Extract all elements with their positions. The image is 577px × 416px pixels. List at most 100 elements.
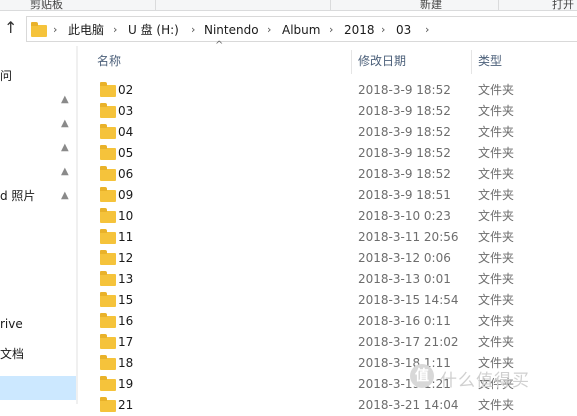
file-name: 21	[118, 398, 134, 412]
file-date: 2018-3-9 18:52	[358, 167, 451, 181]
folder-icon	[100, 334, 116, 349]
file-row[interactable]: 13 2018-3-13 0:01 文件夹	[90, 269, 577, 290]
folder-icon	[31, 22, 47, 37]
file-row[interactable]: 21 2018-3-21 14:04 文件夹	[90, 395, 577, 416]
file-date: 2018-3-12 0:06	[358, 251, 451, 265]
folder-icon	[100, 187, 116, 202]
file-row[interactable]: 17 2018-3-17 21:02 文件夹	[90, 332, 577, 353]
file-row[interactable]: 15 2018-3-15 14:54 文件夹	[90, 290, 577, 311]
breadcrumb-separator[interactable]: ›	[329, 21, 333, 39]
breadcrumb-separator[interactable]: ›	[381, 21, 385, 39]
pin-icon[interactable]: ▲	[61, 142, 71, 154]
breadcrumb-usb-drive[interactable]: U 盘 (H:)	[128, 21, 179, 39]
breadcrumb-separator[interactable]: ›	[53, 21, 57, 39]
folder-icon	[100, 355, 116, 370]
ribbon-clipboard-label: 剪贴板	[30, 0, 63, 11]
breadcrumb-separator[interactable]: ›	[191, 21, 195, 39]
file-date: 2018-3-21 14:04	[358, 398, 459, 412]
file-type: 文件夹	[478, 272, 515, 286]
breadcrumb-separator[interactable]: ›	[425, 21, 429, 39]
pin-icon[interactable]: ▲	[61, 166, 71, 178]
ribbon-divider	[155, 0, 156, 10]
file-name: 04	[118, 125, 134, 139]
file-name: 12	[118, 251, 134, 265]
navigation-pane: 问 ▲ ▲ ▲ ▲ d 照片 ▲ rive 文档	[0, 46, 76, 404]
folder-icon	[100, 376, 116, 391]
nav-item[interactable]: 问	[0, 66, 12, 86]
file-name: 02	[118, 83, 134, 97]
ribbon-divider	[330, 0, 331, 10]
file-row[interactable]: 09 2018-3-9 18:51 文件夹	[90, 185, 577, 206]
file-type: 文件夹	[478, 293, 515, 307]
ribbon-open-label: 打开	[552, 0, 574, 11]
file-date: 2018-3-13 0:01	[358, 272, 451, 286]
file-row[interactable]: 02 2018-3-9 18:52 文件夹	[90, 80, 577, 101]
file-type: 文件夹	[478, 335, 515, 349]
nav-item-documents[interactable]: 文档	[0, 344, 24, 364]
file-name: 18	[118, 356, 134, 370]
column-header-date[interactable]: 修改日期	[358, 46, 406, 76]
file-type: 文件夹	[478, 125, 515, 139]
folder-icon	[100, 397, 116, 412]
folder-icon	[100, 145, 116, 160]
file-name: 13	[118, 272, 134, 286]
nav-scrollbar[interactable]	[76, 46, 78, 404]
file-name: 10	[118, 209, 134, 223]
breadcrumb-nintendo[interactable]: Nintendo	[204, 21, 259, 39]
back-arrow-icon[interactable]: ↑	[4, 19, 20, 37]
breadcrumb-separator[interactable]: ›	[113, 21, 117, 39]
column-divider[interactable]	[471, 50, 472, 74]
breadcrumb-this-pc[interactable]: 此电脑	[68, 21, 104, 39]
address-row: ↑ › 此电脑 › U 盘 (H:) › Nintendo › Album › …	[0, 12, 577, 46]
watermark-badge: 值	[410, 364, 434, 388]
file-type: 文件夹	[478, 209, 515, 223]
file-name: 17	[118, 335, 134, 349]
file-row[interactable]: 16 2018-3-16 0:11 文件夹	[90, 311, 577, 332]
file-type: 文件夹	[478, 230, 515, 244]
nav-item-photos[interactable]: d 照片	[0, 186, 35, 206]
address-bar[interactable]: › 此电脑 › U 盘 (H:) › Nintendo › Album › 20…	[26, 16, 577, 42]
file-type: 文件夹	[478, 251, 515, 265]
breadcrumb-album[interactable]: Album	[282, 21, 320, 39]
folder-icon	[100, 124, 116, 139]
file-date: 2018-3-10 0:23	[358, 209, 451, 223]
file-name: 15	[118, 293, 134, 307]
file-date: 2018-3-17 21:02	[358, 335, 459, 349]
file-row[interactable]: 03 2018-3-9 18:52 文件夹	[90, 101, 577, 122]
file-date: 2018-3-16 0:11	[358, 314, 451, 328]
folder-icon	[100, 292, 116, 307]
breadcrumb-2018[interactable]: 2018	[344, 21, 375, 39]
breadcrumb-separator[interactable]: ›	[267, 21, 271, 39]
folder-icon	[100, 271, 116, 286]
file-name: 06	[118, 167, 134, 181]
file-date: 2018-3-9 18:51	[358, 188, 451, 202]
folder-icon	[100, 82, 116, 97]
breadcrumb-03[interactable]: 03	[396, 21, 411, 39]
file-row[interactable]: 05 2018-3-9 18:52 文件夹	[90, 143, 577, 164]
sort-up-icon: ^	[215, 40, 224, 51]
nav-item-selected[interactable]	[0, 376, 76, 400]
file-type: 文件夹	[478, 314, 515, 328]
pin-icon[interactable]: ▲	[61, 118, 71, 130]
nav-item-drive[interactable]: rive	[0, 314, 23, 334]
watermark-text: 什么值得买	[440, 371, 530, 391]
file-name: 11	[118, 230, 134, 244]
folder-icon	[100, 166, 116, 181]
file-name: 09	[118, 188, 134, 202]
file-row[interactable]: 10 2018-3-10 0:23 文件夹	[90, 206, 577, 227]
file-name: 03	[118, 104, 134, 118]
column-header-name[interactable]: 名称	[97, 46, 121, 76]
file-date: 2018-3-9 18:52	[358, 104, 451, 118]
folder-icon	[100, 313, 116, 328]
file-date: 2018-3-9 18:52	[358, 146, 451, 160]
file-row[interactable]: 11 2018-3-11 20:56 文件夹	[90, 227, 577, 248]
watermark: 值 什么值得买	[410, 364, 570, 391]
file-row[interactable]: 06 2018-3-9 18:52 文件夹	[90, 164, 577, 185]
file-row[interactable]: 12 2018-3-12 0:06 文件夹	[90, 248, 577, 269]
pin-icon[interactable]: ▲	[61, 94, 71, 106]
file-type: 文件夹	[478, 104, 515, 118]
column-divider[interactable]	[351, 50, 352, 74]
column-header-type[interactable]: 类型	[478, 46, 502, 76]
pin-icon[interactable]: ▲	[61, 190, 71, 202]
file-row[interactable]: 04 2018-3-9 18:52 文件夹	[90, 122, 577, 143]
